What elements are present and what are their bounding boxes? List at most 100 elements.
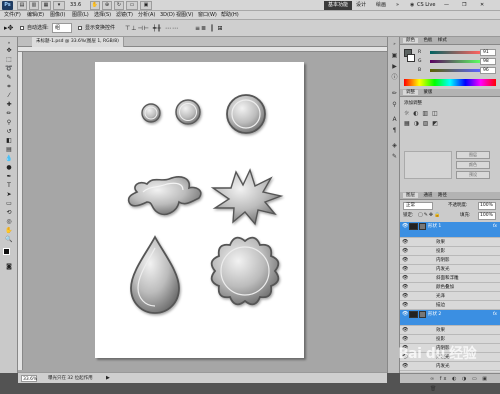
brush-tool-icon[interactable]: ✏ xyxy=(3,110,15,118)
color-spectrum-bar[interactable] xyxy=(404,79,496,86)
visibility-eye-icon[interactable]: 👁 xyxy=(402,224,408,229)
layer-effect-row[interactable]: 👁 效果 xyxy=(400,238,500,247)
menu-analysis[interactable]: 分析(A) xyxy=(138,11,155,20)
layer-effect-row[interactable]: 👁 内发光 xyxy=(400,265,500,274)
type-tool-icon[interactable]: T xyxy=(3,182,15,190)
color-value-r[interactable]: 91 xyxy=(480,49,496,56)
gradient-tool-icon[interactable]: ▤ xyxy=(3,146,15,154)
minimize-button[interactable]: — xyxy=(444,1,449,10)
menu-file[interactable]: 文件(F) xyxy=(4,11,21,20)
adjustment-preset-button-3[interactable]: 预设 xyxy=(456,171,490,179)
strip-brushes-icon[interactable]: ✏ xyxy=(390,89,399,98)
fill-input[interactable]: 100% xyxy=(478,212,496,220)
layer-row[interactable]: 👁 fx 形状 1 xyxy=(400,222,500,238)
document-canvas[interactable] xyxy=(95,62,304,358)
layer-effect-row[interactable]: 👁 效果 xyxy=(400,326,500,335)
strip-paragraph-icon[interactable]: ¶ xyxy=(390,126,399,135)
menu-edit[interactable]: 编辑(E) xyxy=(27,11,44,20)
zoom-tool-icon[interactable]: 🔍 xyxy=(3,236,15,244)
zoom-level[interactable]: 33.6 xyxy=(70,1,81,10)
restore-button[interactable]: ❐ xyxy=(462,1,466,10)
green-slider[interactable] xyxy=(430,60,480,63)
workspace-more-icon[interactable]: » xyxy=(396,1,399,10)
opacity-input[interactable]: 100% xyxy=(478,202,496,210)
strip-history-icon[interactable]: ▣ xyxy=(390,51,399,60)
strip-actions-icon[interactable]: ▶ xyxy=(390,62,399,71)
visibility-eye-icon[interactable]: 👁 xyxy=(402,249,408,254)
strip-3d-icon[interactable]: ◈ xyxy=(390,141,399,150)
lasso-tool-icon[interactable]: ➰ xyxy=(3,65,15,73)
layer-effect-row[interactable]: 👁 内发光 xyxy=(400,362,500,371)
tab-color[interactable]: 颜色 xyxy=(403,38,418,43)
visibility-eye-icon[interactable]: 👁 xyxy=(402,312,408,317)
visibility-eye-icon[interactable]: 👁 xyxy=(402,328,408,333)
screen-mode-button[interactable]: ▣ xyxy=(140,1,152,10)
status-arrow-icon[interactable]: ▶ xyxy=(106,375,110,382)
marquee-tool-icon[interactable]: ⬚ xyxy=(3,56,15,64)
show-transform-checkbox[interactable] xyxy=(78,26,82,30)
3d-rotate-tool-icon[interactable]: ⟲ xyxy=(3,209,15,217)
view-extras-button[interactable]: ▦ xyxy=(41,1,51,10)
shape-tool-icon[interactable]: ▭ xyxy=(3,200,15,208)
strip-notes-icon[interactable]: ✎ xyxy=(390,152,399,161)
vertical-ruler[interactable] xyxy=(18,52,23,370)
layer-effect-row[interactable]: 👁 描边 xyxy=(400,301,500,310)
quick-select-tool-icon[interactable]: ✎ xyxy=(3,74,15,82)
color-value-b[interactable]: 96 xyxy=(480,67,496,74)
menu-layer[interactable]: 图层(L) xyxy=(72,11,89,20)
visibility-eye-icon[interactable]: 👁 xyxy=(402,258,408,263)
status-zoom[interactable]: 33.6% xyxy=(21,375,37,382)
menu-select[interactable]: 选择(S) xyxy=(94,11,111,20)
blur-tool-icon[interactable]: 💧 xyxy=(3,155,15,163)
path-selection-tool-icon[interactable]: ➤ xyxy=(3,191,15,199)
visibility-eye-icon[interactable]: 👁 xyxy=(402,337,408,342)
workspace-essentials[interactable]: 基本功能 xyxy=(324,1,353,10)
cs-live-icon[interactable]: ◉ xyxy=(410,1,414,10)
eyedropper-tool-icon[interactable]: ⁄ xyxy=(3,92,15,100)
visibility-eye-icon[interactable]: 👁 xyxy=(402,294,408,299)
move-tool-icon[interactable]: ✥ xyxy=(3,47,15,55)
clone-stamp-tool-icon[interactable]: ⚲ xyxy=(3,119,15,127)
blend-mode-dropdown[interactable]: 正常 xyxy=(403,202,433,210)
lock-icons[interactable]: ▢✎✥🔒 xyxy=(418,212,441,219)
adjustment-icons-row2[interactable]: ▦ ◑ ▨ ◩ xyxy=(404,120,444,128)
3d-camera-tool-icon[interactable]: ◎ xyxy=(3,218,15,226)
visibility-eye-icon[interactable]: 👁 xyxy=(402,303,408,308)
adjustment-preset-button-1[interactable]: 图层 xyxy=(456,151,490,159)
adjustment-preset-button-2[interactable]: 颜色 xyxy=(456,161,490,169)
tab-channels[interactable]: 通道 xyxy=(423,193,432,198)
tab-swatches[interactable]: 色板 xyxy=(423,38,432,43)
hand-tool-button[interactable]: ✋ xyxy=(90,1,100,10)
tab-adjustments[interactable]: 调整 xyxy=(403,90,418,95)
zoom-level-button[interactable]: ▾ xyxy=(53,1,65,10)
red-slider[interactable] xyxy=(430,51,480,54)
adjustment-icons-row1[interactable]: ☼ ◐ ▥ ◫ xyxy=(404,110,444,118)
menu-image[interactable]: 图像(I) xyxy=(50,11,65,20)
blue-slider[interactable] xyxy=(430,69,480,72)
arrange-documents-button[interactable]: ▭ xyxy=(126,1,138,10)
move-tool-preset-icon[interactable]: ▸✥ xyxy=(4,24,13,33)
visibility-eye-icon[interactable]: 👁 xyxy=(402,276,408,281)
workspace-design[interactable]: 设计 xyxy=(356,1,366,10)
visibility-eye-icon[interactable]: 👁 xyxy=(402,267,408,272)
menu-filter[interactable]: 滤镜(T) xyxy=(116,11,133,20)
strip-info-icon[interactable]: ⓘ xyxy=(390,73,399,82)
layer-effect-row[interactable]: 👁 光泽 xyxy=(400,292,500,301)
strip-collapse-icon[interactable]: » xyxy=(390,39,399,48)
tab-styles[interactable]: 样式 xyxy=(438,38,447,43)
visibility-eye-icon[interactable]: 👁 xyxy=(402,240,408,245)
background-color-chip[interactable] xyxy=(407,54,415,62)
foreground-color-swatch[interactable] xyxy=(3,248,10,255)
hand-tool-icon[interactable]: ✋ xyxy=(3,227,15,235)
strip-clone-source-icon[interactable]: ⚲ xyxy=(390,100,399,109)
mini-bridge-button[interactable]: ▥ xyxy=(29,1,39,10)
color-value-g[interactable]: 98 xyxy=(480,58,496,65)
menu-3d[interactable]: 3D(D) xyxy=(160,11,175,20)
layer-effect-row[interactable]: 👁 斜面和浮雕 xyxy=(400,274,500,283)
close-button[interactable]: ✕ xyxy=(480,1,484,10)
distribute-buttons-icon[interactable]: ≡≣ ║ ⊞ xyxy=(195,24,224,33)
history-brush-tool-icon[interactable]: ↺ xyxy=(3,128,15,136)
rotate-view-button[interactable]: ↻ xyxy=(114,1,124,10)
auto-select-checkbox[interactable] xyxy=(20,26,24,30)
quick-mask-icon[interactable]: ◙ xyxy=(3,263,15,271)
